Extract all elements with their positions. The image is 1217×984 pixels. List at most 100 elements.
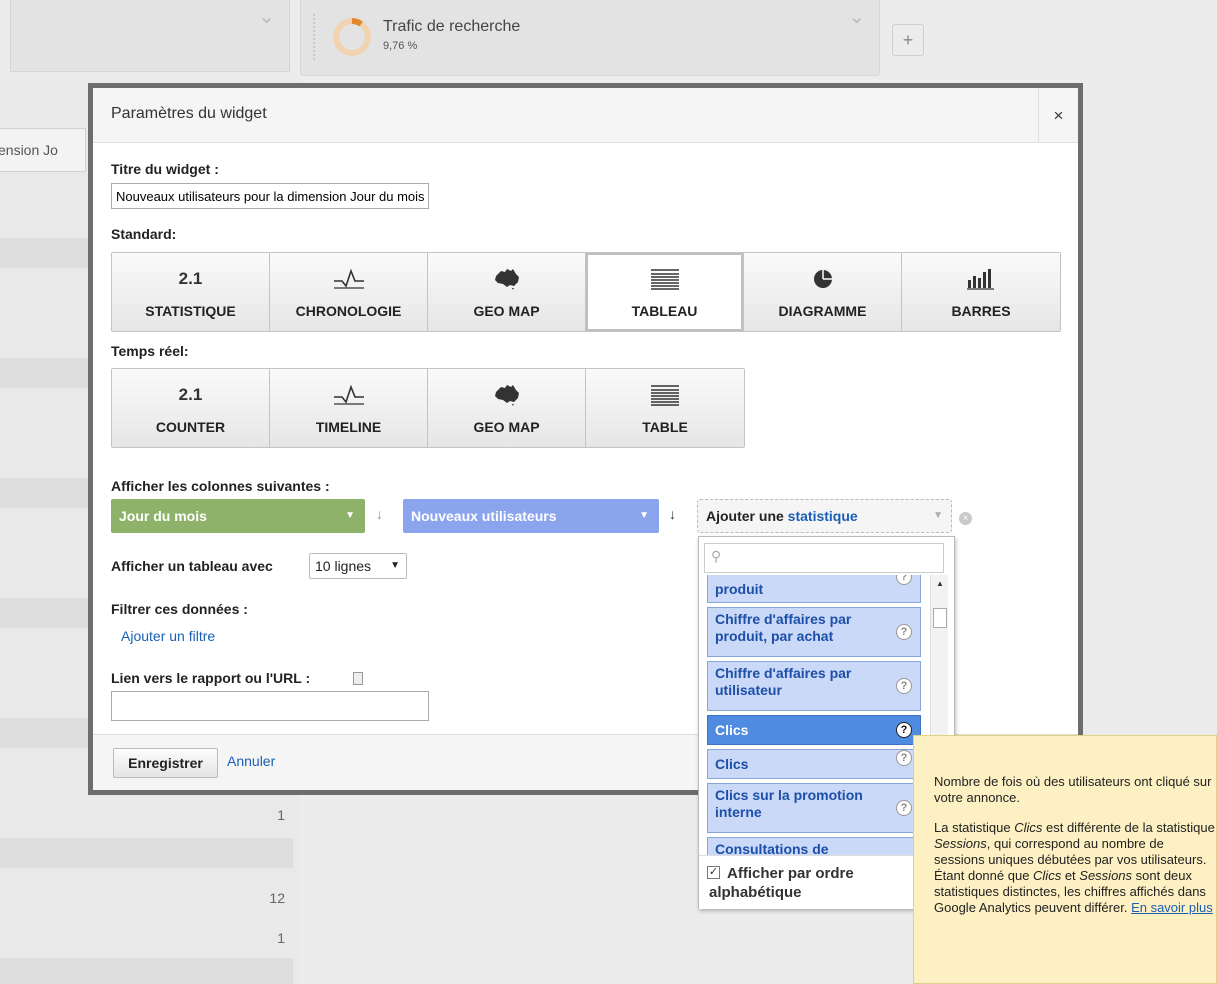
list-item-hovered[interactable]: Clics ? [707,715,921,745]
tooltip-text: La statistique [934,820,1015,835]
table-icon [586,383,744,407]
list-item[interactable]: Consultations de [707,837,921,855]
chevron-down-icon[interactable]: ⌄ [258,4,275,29]
geo-map-icon [428,383,585,407]
list-item-label: Clics [715,756,749,772]
list-item-label: Clics [715,722,749,738]
widget-title-label: Titre du widget : [111,161,219,177]
viz-diagramme-button[interactable]: DIAGRAMME [744,253,902,331]
chevron-down-icon: ▼ [390,560,400,571]
add-filter-link[interactable]: Ajouter un filtre [121,628,215,644]
viz-chronologie-button[interactable]: CHRONOLOGIE [270,253,428,331]
list-item[interactable]: Clics ? [707,749,921,779]
help-icon[interactable]: ? [896,800,912,816]
tooltip-paragraph: Nombre de fois où des utilisateurs ont c… [934,774,1212,805]
dashboard-card[interactable]: ⌄ [10,0,290,72]
filter-label: Filtrer ces données : [111,601,248,617]
viz-label: GEO MAP [473,419,540,435]
add-metric-link: statistique [787,508,858,524]
list-item[interactable]: Clics sur la promotion interne ? [707,783,921,833]
rows-count-value: 10 lignes [315,558,372,574]
viz-table-button[interactable]: TABLE [586,369,744,447]
timeline-icon [270,383,427,407]
info-icon[interactable] [353,672,363,685]
learn-more-link[interactable]: En savoir plus [1131,900,1213,915]
tooltip-text: est différente de la statistique [1042,820,1215,835]
dimension-value: Jour du mois [119,508,207,524]
bar-chart-icon [902,267,1060,291]
tooltip-text-emphasis: Clics [1014,820,1043,835]
tooltip-text-emphasis: Clics [1033,868,1062,883]
save-button[interactable]: Enregistrer [113,748,218,778]
help-icon[interactable]: ? [896,624,912,640]
viz-label: DIAGRAMME [778,303,867,319]
search-icon: ⚲ [711,548,722,564]
list-item-label: Chiffre d'affaires par produit, par acha… [715,611,852,644]
viz-barres-button[interactable]: BARRES [902,253,1060,331]
list-item-label: Clics sur la promotion interne [715,787,863,820]
widget-value: 9,76 % [383,40,418,52]
rows-label: Afficher un tableau avec [111,558,273,574]
table-cell-value: 1 [277,807,285,823]
dashboard-card-search-traffic[interactable]: Trafic de recherche 9,76 % ⌄ [300,0,880,76]
help-icon[interactable]: ? [896,678,912,694]
dialog-header: Paramètres du widget × [93,88,1078,143]
add-metric-select[interactable]: Ajouter une statistique ▼ [697,499,952,533]
list-item[interactable]: Chiffre d'affaires par utilisateur ? [707,661,921,711]
dialog-title: Paramètres du widget [111,105,267,122]
table-cell-value: 12 [269,890,285,906]
viz-label: TABLEAU [631,303,698,319]
help-icon[interactable]: ? [896,750,912,766]
viz-tableau-button[interactable]: TABLEAU [586,253,744,331]
timeline-icon [270,267,427,291]
widget-title-input[interactable] [111,183,429,209]
viz-statistique-button[interactable]: 2.1 STATISTIQUE [112,253,270,331]
list-item-label: Chiffre d'affaires par utilisateur [715,665,852,698]
table-row [0,958,293,984]
donut-chart-icon [333,18,371,56]
chevron-down-icon: ▼ [345,510,355,521]
viz-geo-map-button[interactable]: GEO MAP [428,253,586,331]
metric-options-list: produit ? Chiffre d'affaires par produit… [707,575,927,855]
column-header-label: ension Jo [0,142,58,158]
scrollbar-thumb[interactable] [933,608,947,628]
viz-label: COUNTER [155,419,226,435]
sort-arrow-icon[interactable]: ↓ [376,506,383,522]
list-item[interactable]: produit ? [707,575,921,603]
dimension-select[interactable]: Jour du mois ▼ [111,499,365,533]
metric-search-input[interactable]: ⚲ [704,543,944,573]
drag-handle[interactable] [313,14,319,60]
tooltip-text: et [1061,868,1080,883]
alphabetical-sort-label[interactable]: Afficher par ordre alphabétique [709,864,909,902]
add-widget-button[interactable]: + [892,24,924,56]
metric-select[interactable]: Nouveaux utilisateurs ▼ [403,499,659,533]
report-url-input[interactable] [111,691,429,721]
help-icon[interactable]: ? [896,575,912,585]
list-item-label: Consultations de [715,841,829,855]
scroll-up-icon[interactable]: ▲ [931,579,949,588]
geo-map-icon [428,267,585,291]
remove-column-icon[interactable]: × [959,512,972,525]
number-icon: 2.1 [178,269,203,288]
viz-label: STATISTIQUE [145,303,236,319]
tooltip-text-emphasis: Sessions [1079,868,1133,883]
cancel-link[interactable]: Annuler [227,753,275,769]
table-column-header[interactable]: ension Jo [0,128,86,172]
viz-counter-button[interactable]: 2.1 COUNTER [112,369,270,447]
widget-title: Trafic de recherche [383,18,521,35]
chevron-down-icon[interactable]: ⌄ [848,4,865,29]
chevron-down-icon: ▼ [639,510,649,521]
number-icon: 2.1 [178,385,203,404]
close-button[interactable]: × [1038,88,1078,143]
help-icon[interactable]: ? [896,722,912,738]
viz-geo-map-button[interactable]: GEO MAP [428,369,586,447]
rows-count-select[interactable]: 10 lignes ▼ [309,553,407,579]
viz-timeline-button[interactable]: TIMELINE [270,369,428,447]
viz-label: GEO MAP [473,303,540,319]
table-row [0,838,293,868]
tooltip-paragraph: La statistique Clics est différente de l… [934,820,1216,916]
standard-viz-type-group: 2.1 STATISTIQUE CHRONOLOGIE GEO MAP TABL… [111,252,1061,332]
pie-chart-icon [744,267,901,291]
list-item[interactable]: Chiffre d'affaires par produit, par acha… [707,607,921,657]
sort-arrow-icon[interactable]: ↓ [669,506,676,522]
